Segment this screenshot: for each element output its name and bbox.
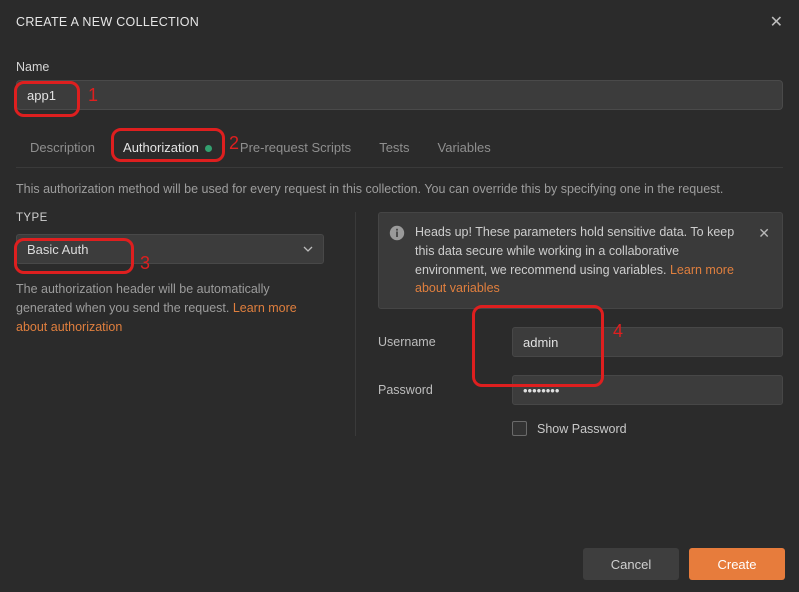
active-dot-icon: [205, 145, 212, 152]
sensitive-data-alert: Heads up! These parameters hold sensitiv…: [378, 212, 783, 309]
type-description: The authorization header will be automat…: [16, 280, 316, 336]
tabs: Description Authorization Pre-request Sc…: [16, 132, 783, 168]
tab-authorization[interactable]: Authorization: [109, 132, 226, 167]
modal-body: Name Description Authorization Pre-reque…: [0, 60, 799, 436]
username-row: Username: [378, 327, 783, 357]
tab-label: Variables: [438, 140, 491, 155]
tab-tests[interactable]: Tests: [365, 132, 423, 167]
username-input[interactable]: [512, 327, 783, 357]
chevron-down-icon: [303, 246, 313, 252]
tab-label: Authorization: [123, 140, 199, 155]
username-label: Username: [378, 335, 498, 349]
tab-label: Tests: [379, 140, 409, 155]
password-input[interactable]: [512, 375, 783, 405]
show-password-checkbox[interactable]: [512, 421, 527, 436]
type-label: TYPE: [16, 212, 333, 224]
tab-label: Pre-request Scripts: [240, 140, 351, 155]
close-icon[interactable]: ✕: [770, 12, 783, 32]
tab-prerequest[interactable]: Pre-request Scripts: [226, 132, 365, 167]
type-description-text: The authorization header will be automat…: [16, 282, 270, 315]
cancel-button[interactable]: Cancel: [583, 548, 679, 580]
alert-message: Heads up! These parameters hold sensitiv…: [415, 223, 746, 298]
password-row: Password: [378, 375, 783, 405]
auth-type-selected: Basic Auth: [27, 242, 88, 257]
name-label: Name: [16, 60, 783, 74]
modal-title: CREATE A NEW COLLECTION: [16, 15, 199, 29]
modal-header: CREATE A NEW COLLECTION ✕: [0, 0, 799, 42]
tab-description[interactable]: Description: [16, 132, 109, 167]
show-password-label: Show Password: [537, 422, 627, 436]
auth-type-select[interactable]: Basic Auth: [16, 234, 324, 264]
password-label: Password: [378, 383, 498, 397]
auth-help-text: This authorization method will be used f…: [16, 168, 783, 212]
name-input[interactable]: [16, 80, 783, 110]
create-button-label: Create: [717, 557, 756, 572]
auth-left-col: TYPE Basic Auth The authorization header…: [16, 212, 356, 436]
cancel-button-label: Cancel: [611, 557, 651, 572]
show-password-row: Show Password: [512, 421, 783, 436]
auth-area: TYPE Basic Auth The authorization header…: [16, 212, 783, 436]
create-button[interactable]: Create: [689, 548, 785, 580]
auth-right-col: Heads up! These parameters hold sensitiv…: [356, 212, 783, 436]
info-icon: [389, 225, 405, 241]
tab-variables[interactable]: Variables: [424, 132, 505, 167]
alert-close-icon[interactable]: ✕: [756, 223, 772, 244]
tab-label: Description: [30, 140, 95, 155]
create-collection-modal: CREATE A NEW COLLECTION ✕ Name Descripti…: [0, 0, 799, 592]
modal-footer: Cancel Create: [0, 536, 799, 592]
